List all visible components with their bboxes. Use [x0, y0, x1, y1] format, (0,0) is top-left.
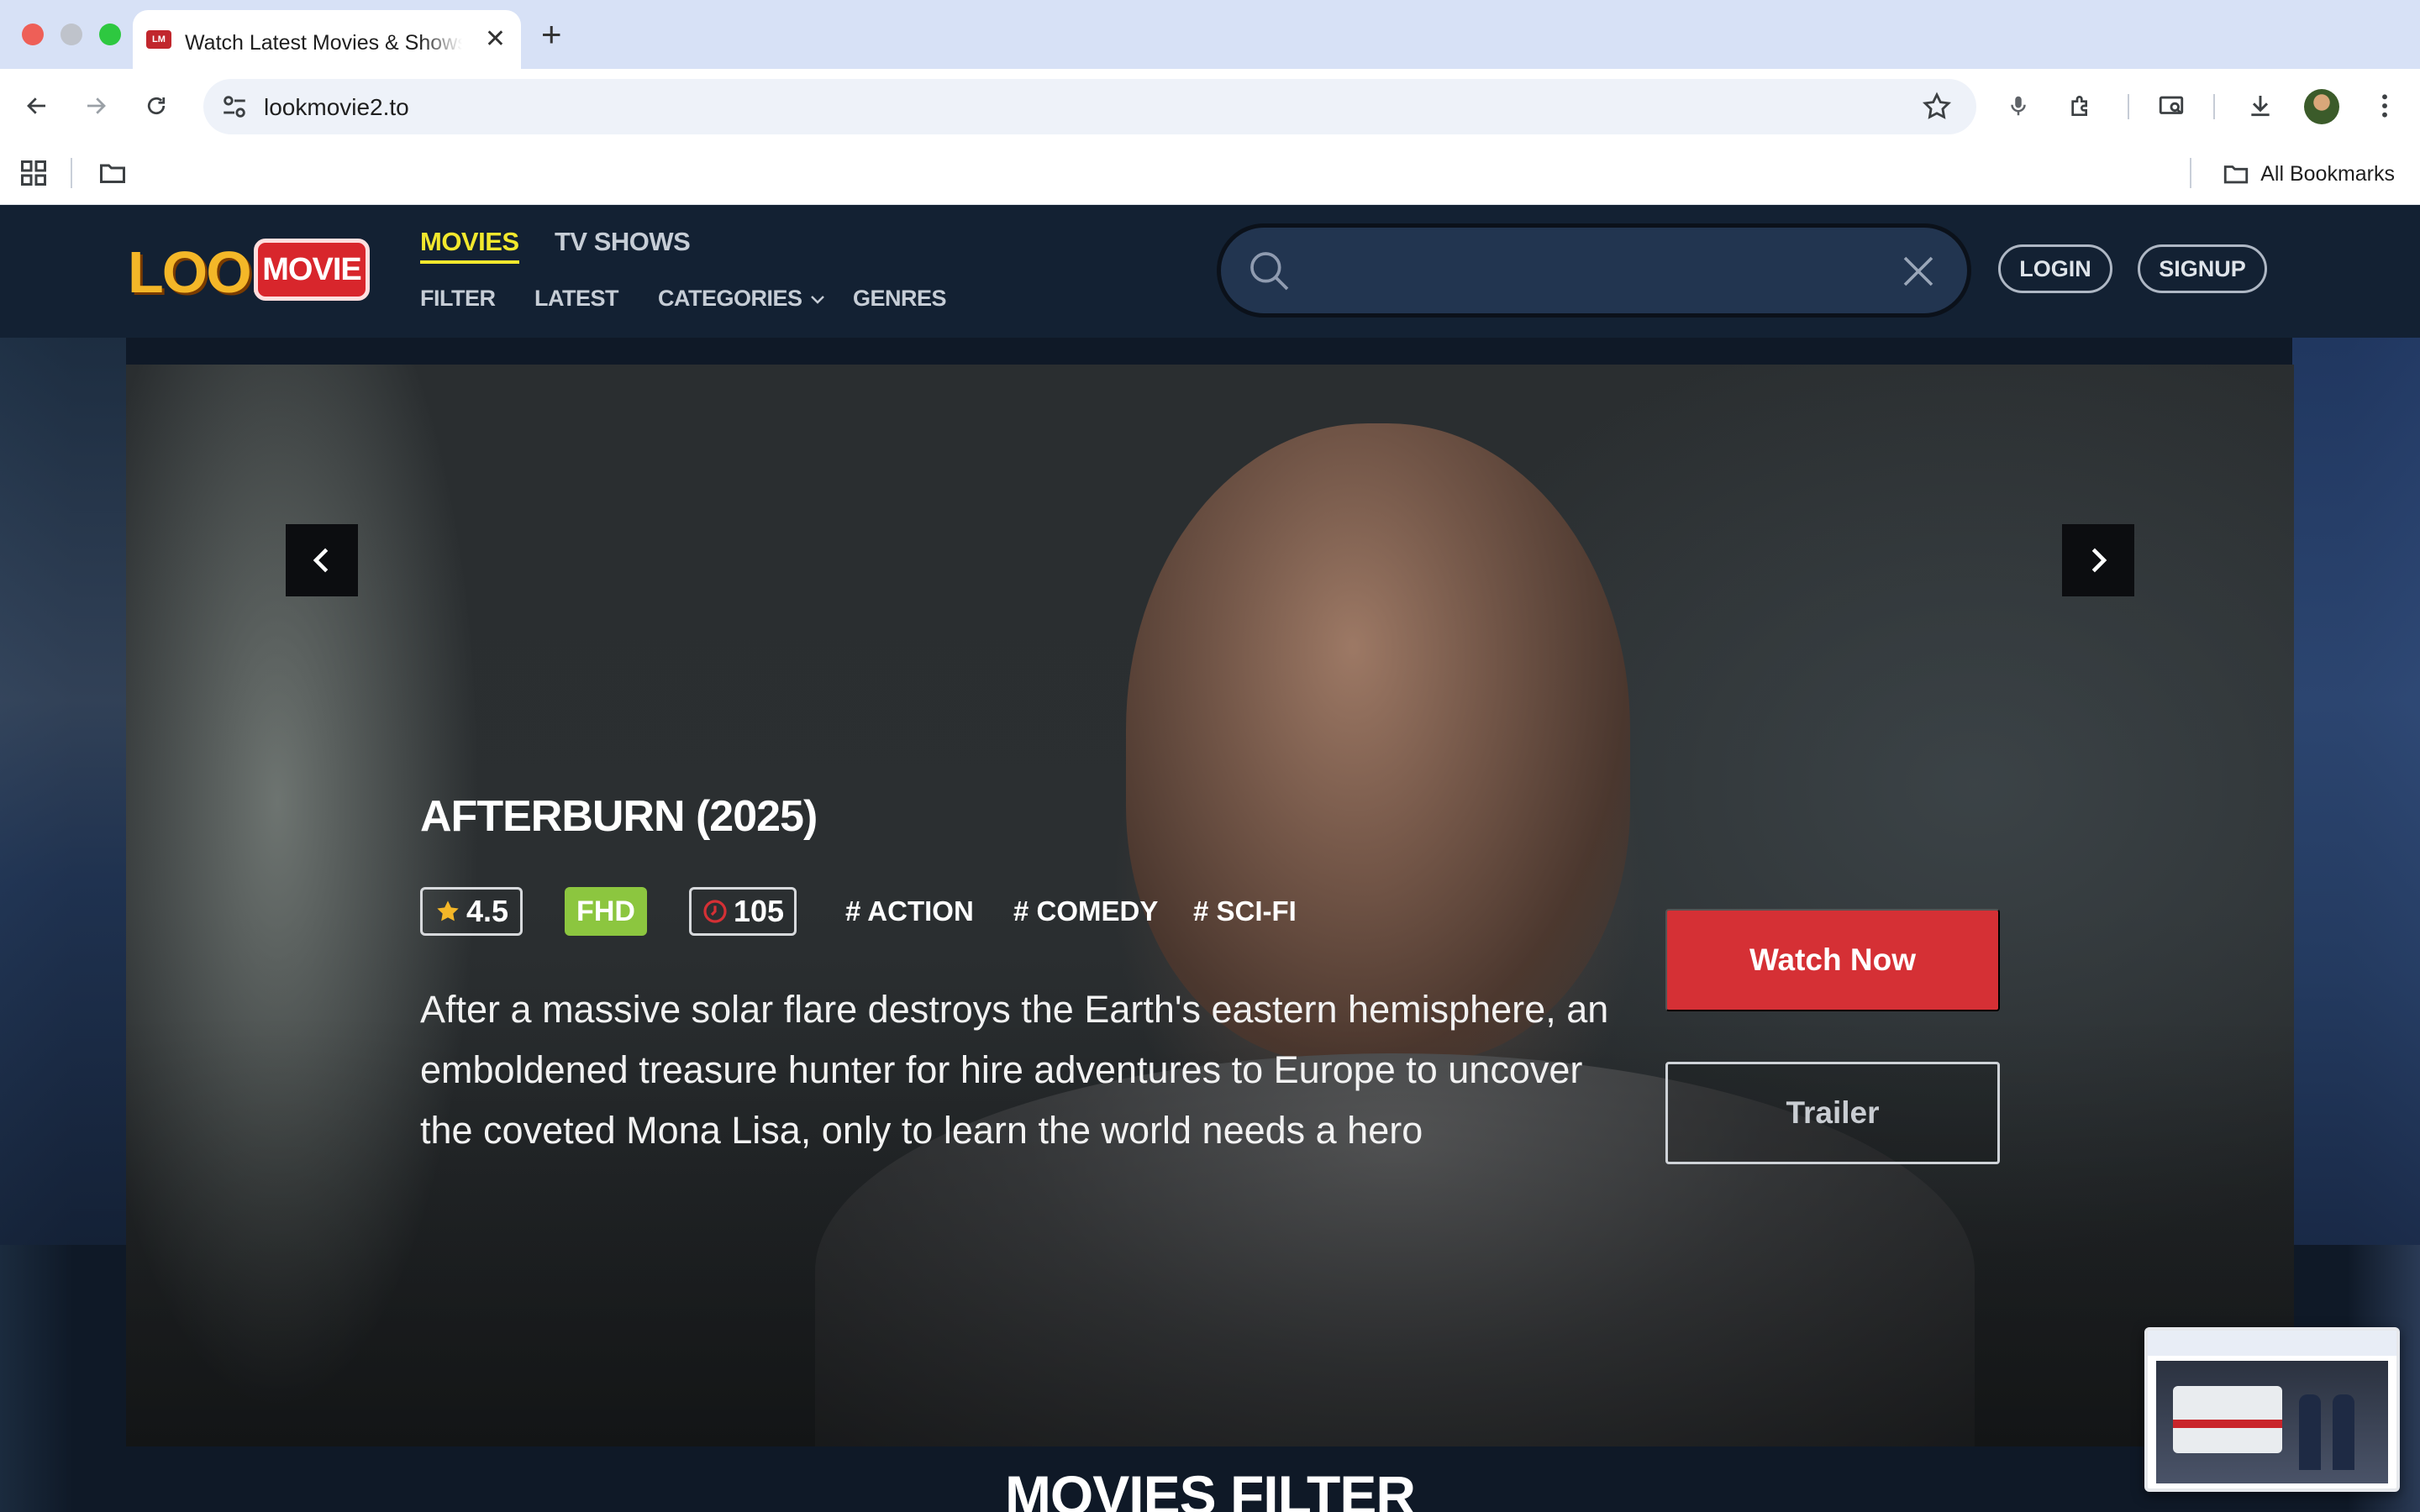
search-tabs-icon[interactable]: [2153, 87, 2190, 124]
forward-icon[interactable]: [77, 87, 114, 124]
all-bookmarks-label: All Bookmarks: [2260, 161, 2395, 186]
thumbnail-browser-bar: [2148, 1331, 2396, 1356]
download-icon[interactable]: [2242, 87, 2279, 124]
apps-grid-icon[interactable]: [18, 158, 49, 188]
slider-prev-button[interactable]: [286, 524, 358, 596]
nav-filter-label: FILTER: [420, 286, 496, 311]
hero-slide: AFTERBURN (2025) 4.5 FHD 105 # ACTION # …: [126, 365, 2294, 1446]
site-header: LOOK MOVIE MOVIES TV SHOWS FILTER LATEST…: [0, 205, 2420, 338]
nav-genres[interactable]: GENRES: [853, 286, 947, 312]
login-button[interactable]: LOGIN: [1998, 244, 2112, 293]
close-icon[interactable]: [1898, 251, 1939, 291]
site-logo[interactable]: LOOK MOVIE: [128, 235, 371, 306]
watch-now-button[interactable]: Watch Now: [1665, 909, 2000, 1011]
search-input[interactable]: [1313, 246, 1851, 295]
search-bar: [1217, 223, 1971, 318]
runtime-badge: 105: [689, 887, 797, 936]
site-info-icon[interactable]: [220, 92, 249, 121]
nav-movies[interactable]: MOVIES: [420, 227, 519, 264]
runtime-value: 105: [733, 894, 785, 928]
logo-movie-text: MOVIE: [254, 239, 370, 301]
browser-tab[interactable]: LM Watch Latest Movies & Shows ✕: [133, 10, 521, 69]
browser-tab-bar: LM Watch Latest Movies & Shows ✕ +: [0, 0, 2420, 69]
new-tab-icon[interactable]: +: [541, 15, 562, 54]
side-poster-right[interactable]: [2292, 338, 2420, 1245]
window-zoom-button[interactable]: [99, 24, 121, 45]
nav-tv-shows[interactable]: TV SHOWS: [555, 227, 691, 257]
nav-genres-label: GENRES: [853, 286, 947, 311]
genre-tag-sci-fi[interactable]: # SCI-FI: [1193, 887, 1297, 936]
folder-icon[interactable]: [97, 158, 128, 188]
microphone-icon[interactable]: [2000, 87, 2037, 124]
genre-tag-action[interactable]: # ACTION: [845, 887, 974, 936]
profile-avatar[interactable]: [2304, 89, 2339, 124]
chevron-down-icon: [810, 295, 824, 304]
browser-toolbar: lookmovie2.to: [0, 69, 2420, 143]
tab-favicon-icon: LM: [146, 30, 171, 49]
movie-title[interactable]: AFTERBURN (2025): [420, 791, 818, 842]
window-close-button[interactable]: [22, 24, 44, 45]
rating-value: 4.5: [466, 894, 509, 928]
section-title: MOVIES FILTER: [1004, 1464, 1416, 1512]
chevron-right-icon: [2091, 548, 2107, 573]
signup-button[interactable]: SIGNUP: [2138, 244, 2267, 293]
screenshot-thumbnail[interactable]: [2144, 1327, 2400, 1492]
slider-next-button[interactable]: [2062, 524, 2134, 596]
url-text: lookmovie2.to: [264, 94, 409, 120]
tab-close-icon[interactable]: ✕: [485, 27, 506, 52]
thumbnail-stripe: [2173, 1420, 2282, 1428]
more-menu-icon[interactable]: [2366, 87, 2403, 124]
bookmark-star-icon[interactable]: [1921, 91, 1953, 123]
reload-icon[interactable]: [138, 87, 175, 124]
toolbar-divider: [2213, 94, 2215, 119]
thumbnail-figure: [2333, 1394, 2354, 1470]
tab-title: Watch Latest Movies & Shows: [185, 31, 462, 55]
bookmarks-bar: All Bookmarks: [0, 143, 2420, 205]
back-icon[interactable]: [18, 87, 55, 124]
nav-filter[interactable]: FILTER: [420, 286, 496, 312]
toolbar-divider: [2128, 94, 2129, 119]
quality-badge: FHD: [565, 887, 647, 936]
thumbnail-preview: [2156, 1361, 2388, 1483]
extensions-icon[interactable]: [2062, 87, 2099, 124]
trailer-button[interactable]: Trailer: [1665, 1062, 2000, 1164]
thumbnail-figure: [2299, 1394, 2321, 1470]
search-icon[interactable]: [1246, 248, 1293, 295]
genre-tag-comedy[interactable]: # COMEDY: [1013, 887, 1158, 936]
nav-categories-label: CATEGORIES: [658, 286, 802, 311]
nav-latest[interactable]: LATEST: [534, 286, 619, 312]
bookmarks-divider: [2190, 158, 2191, 188]
window-minimize-button[interactable]: [60, 24, 82, 45]
chevron-left-icon: [313, 548, 329, 573]
folder-icon: [2224, 165, 2249, 184]
bookmarks-divider: [71, 158, 72, 188]
address-bar[interactable]: lookmovie2.to: [203, 79, 1976, 134]
movie-description: After a massive solar flare destroys the…: [420, 988, 1609, 1152]
nav-categories[interactable]: CATEGORIES: [658, 286, 826, 312]
star-icon: [437, 900, 459, 921]
clock-icon: [703, 900, 727, 923]
all-bookmarks-button[interactable]: All Bookmarks: [2222, 160, 2395, 188]
rating-badge: 4.5: [420, 887, 523, 936]
side-poster-left[interactable]: [0, 338, 126, 1245]
nav-latest-label: LATEST: [534, 286, 619, 311]
